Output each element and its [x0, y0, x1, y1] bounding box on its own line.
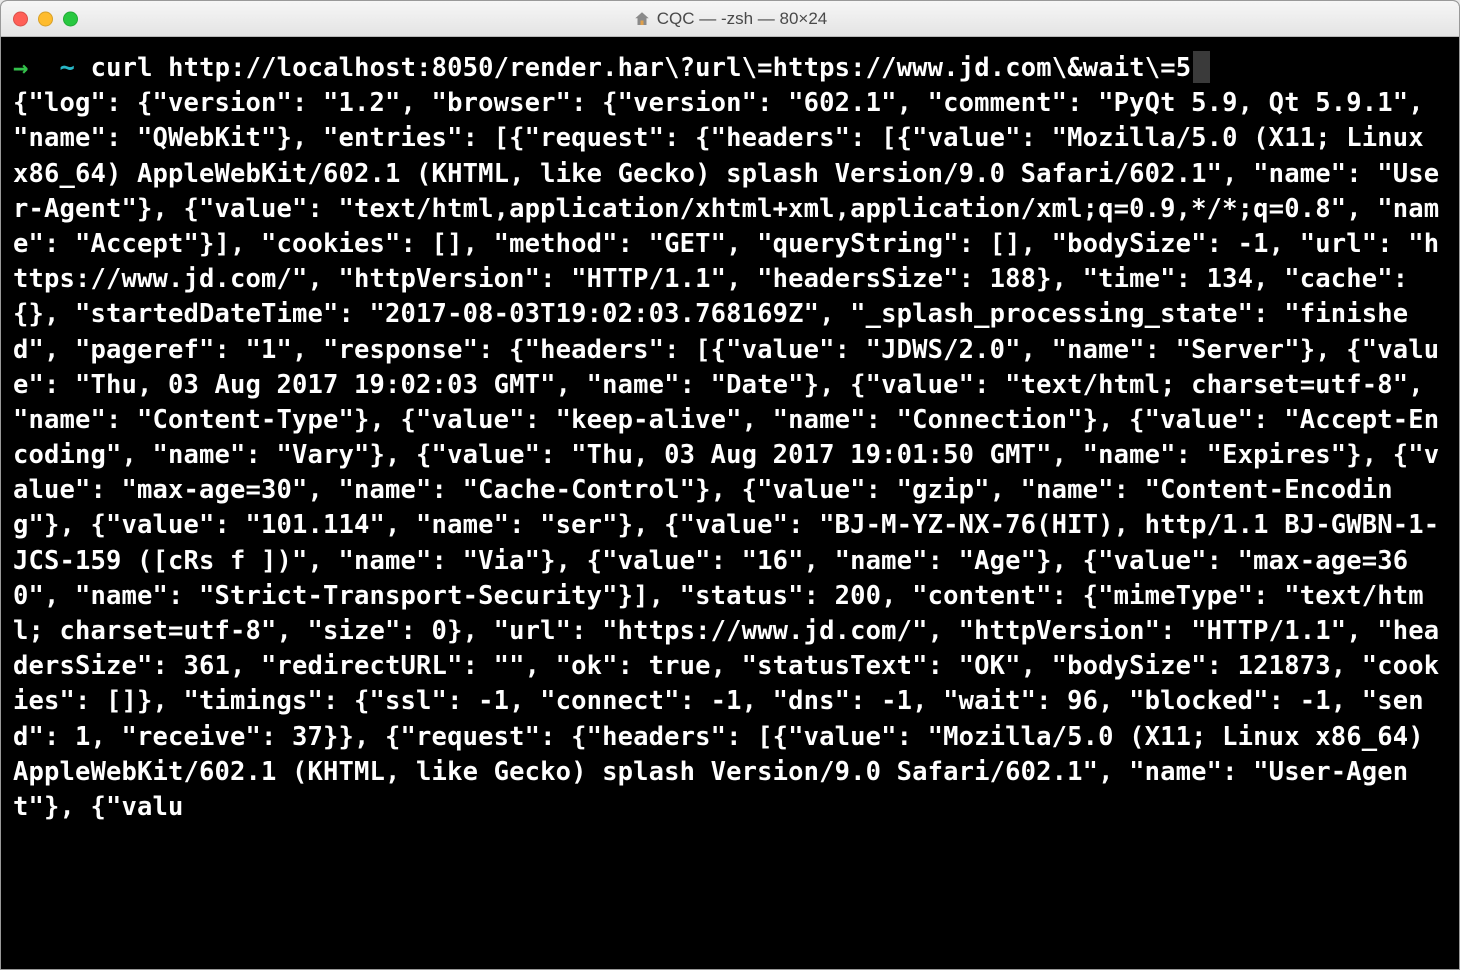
window-title-text: CQC — -zsh — 80×24 [657, 9, 828, 29]
title-bar: CQC — -zsh — 80×24 [1, 1, 1459, 37]
close-button[interactable] [13, 11, 28, 26]
terminal-body[interactable]: → ~ curl http://localhost:8050/render.ha… [1, 37, 1459, 969]
terminal-window: CQC — -zsh — 80×24 → ~ curl http://local… [0, 0, 1460, 970]
traffic-lights [13, 11, 78, 26]
terminal-output: {"log": {"version": "1.2", "browser": {"… [13, 88, 1439, 822]
home-icon [633, 10, 651, 28]
prompt-cwd: ~ [60, 53, 76, 83]
window-title: CQC — -zsh — 80×24 [1, 9, 1459, 29]
minimize-button[interactable] [38, 11, 53, 26]
zoom-button[interactable] [63, 11, 78, 26]
prompt-arrow-icon: → [13, 53, 29, 83]
command-text: curl http://localhost:8050/render.har\?u… [91, 53, 1192, 83]
cursor [1193, 51, 1210, 83]
